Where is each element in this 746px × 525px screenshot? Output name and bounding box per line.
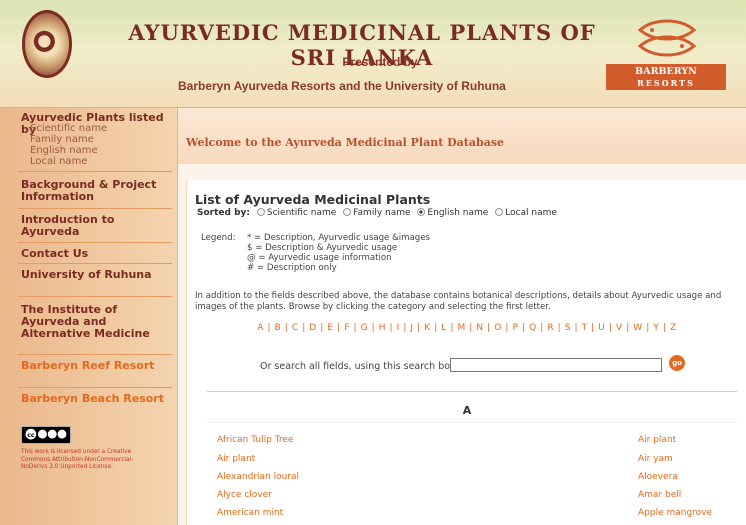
sidebar: Ayurvedic Plants listed by Scientific na… [0,108,178,525]
plant-link[interactable]: American mint [217,508,283,518]
sidebar-item-institute[interactable]: The Institute of Ayurveda and Alternativ… [21,304,171,340]
radio-local[interactable] [495,208,504,216]
plant-link[interactable]: Apple mangrove [638,508,712,518]
legend-item: @ = Ayurvedic usage information [247,253,392,263]
legend-item: # = Description only [247,263,337,273]
sidebar-item-university[interactable]: University of Ruhuna [21,269,171,281]
sidebar-divider [18,354,172,355]
sidebar-sub-english[interactable]: English name [30,146,98,156]
plant-link[interactable]: Air plant [638,435,676,445]
site-subtitle: Barberyn Ayurveda Resorts and the Univer… [178,79,506,93]
barberyn-fish-icon [637,19,697,57]
radio-label-family: Family name [353,208,411,218]
search-input[interactable] [450,358,662,372]
plant-link[interactable]: Amar bell [638,490,681,500]
legend-item: $ = Description & Ayurvedic usage [247,243,398,253]
university-emblem-icon [22,10,72,78]
sidebar-divider [18,171,172,172]
plant-link[interactable]: Aloevera [638,472,678,482]
go-button[interactable]: go [669,355,685,371]
plant-link[interactable]: African Tulip Tree [217,435,293,445]
brand-subtitle: RESORTS [606,78,726,90]
radio-label-english: English name [427,208,489,218]
sidebar-item-reef-resort[interactable]: Barberyn Reef Resort [21,360,171,372]
license-text[interactable]: This work is licensed under a Creative C… [21,449,139,472]
presented-by-text: Presented by [342,55,418,69]
intro-text: In addition to the fields described abov… [195,291,722,312]
welcome-bar: Welcome to the Ayurveda Medicinal Plant … [178,108,746,164]
barberyn-logo[interactable]: BARBERYN AYURVEDA RESORTS [606,18,726,100]
sidebar-sub-scientific[interactable]: Scientific name [30,124,107,134]
main-content: List of Ayurveda Medicinal Plants Sorted… [186,180,746,525]
svg-text:cc: cc [27,432,35,439]
sidebar-divider [18,208,172,209]
legend-item: * = Description, Ayurvedic usage &images [247,233,431,243]
sidebar-item-introduction[interactable]: Introduction to Ayurveda [21,214,171,238]
sort-options: Sorted by: Scientific name Family name E… [197,208,557,218]
divider [207,422,737,423]
creative-commons-badge-icon[interactable]: cc [21,426,71,444]
content-frame-top [178,164,746,180]
sidebar-sub-family[interactable]: Family name [30,135,94,145]
legend-label: Legend: [201,233,236,243]
sidebar-divider [18,263,172,264]
content-frame-side [178,180,186,525]
sidebar-item-beach-resort[interactable]: Barberyn Beach Resort [21,393,171,405]
radio-english[interactable] [417,208,426,216]
radio-label-local: Local name [505,208,557,218]
section-letter: A [462,404,472,417]
divider [207,391,737,392]
radio-label-scientific: Scientific name [266,208,337,218]
page-title: List of Ayurveda Medicinal Plants [195,192,431,207]
sidebar-sub-local[interactable]: Local name [30,157,87,167]
plant-link[interactable]: Alexandrian loural [217,472,299,482]
radio-scientific[interactable] [256,208,265,216]
sidebar-divider [18,387,172,388]
sidebar-divider [18,296,172,297]
radio-family[interactable] [343,208,352,216]
site-header: AYURVEDIC MEDICINAL PLANTS OF SRI LANKA … [0,0,746,108]
plant-link[interactable]: Air plant [217,454,255,464]
sorted-by-label: Sorted by: [197,208,250,218]
sidebar-divider [18,242,172,243]
alphabet-nav[interactable]: A | B | C | D | E | F | G | H | I | J | … [187,323,746,333]
welcome-heading: Welcome to the Ayurveda Medicinal Plant … [186,136,505,149]
search-label: Or search all fields, using this search … [260,361,459,372]
sidebar-item-background[interactable]: Background & Project Information [21,179,171,203]
plant-link[interactable]: Alyce clover [217,490,272,500]
plant-link[interactable]: Air yam [638,454,673,464]
sidebar-item-contact[interactable]: Contact Us [21,248,171,260]
